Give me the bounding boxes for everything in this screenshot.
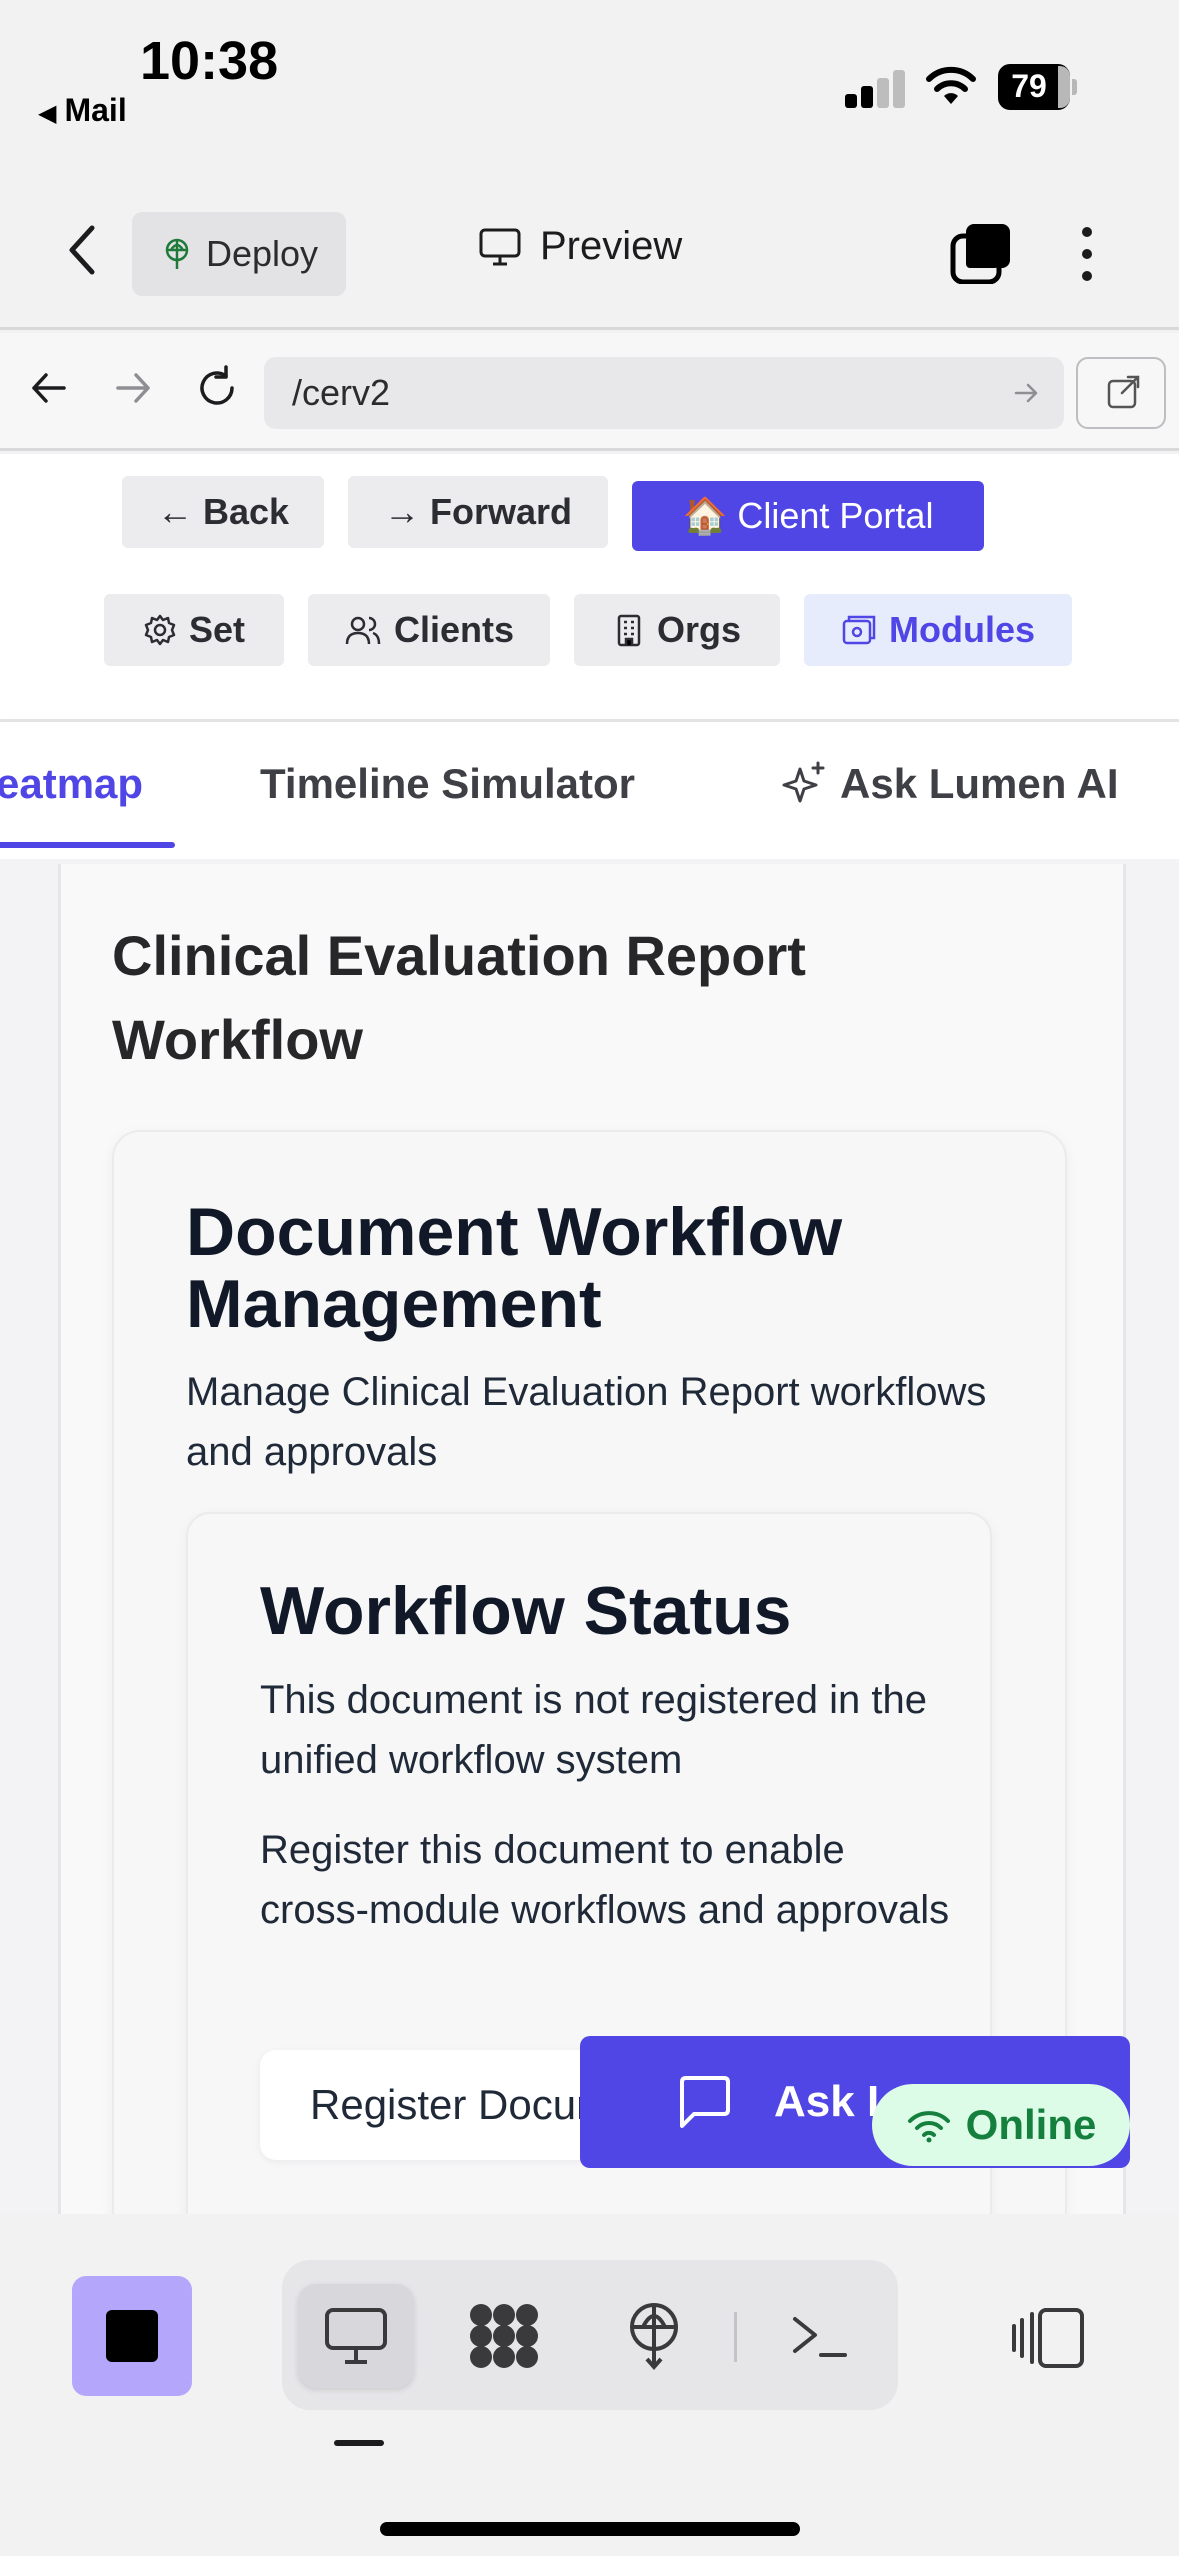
tabs-icon[interactable] bbox=[950, 222, 1012, 284]
browser-bar: /cerv2 bbox=[0, 333, 1179, 451]
tab-set[interactable]: Set bbox=[104, 594, 284, 666]
app-header: Deploy Preview bbox=[0, 150, 1179, 330]
preview-label: Preview bbox=[540, 224, 683, 268]
section-title: Clinical Evaluation Report Workflow bbox=[112, 924, 806, 1071]
active-tab-indicator bbox=[0, 842, 175, 848]
chat-bubble-icon bbox=[680, 2076, 730, 2128]
back-button[interactable]: ← Back bbox=[122, 476, 324, 548]
online-status-badge: Online bbox=[872, 2084, 1130, 2166]
battery-level: 79 bbox=[1011, 68, 1047, 104]
wifi-icon bbox=[907, 2111, 950, 2143]
home-indicator[interactable] bbox=[380, 2522, 800, 2536]
subtab-ask-lumen-label: Ask Lumen AI bbox=[840, 760, 1119, 807]
back-triangle-icon: ◀ bbox=[38, 100, 57, 127]
modules-icon bbox=[842, 615, 876, 645]
subtab-heatmap[interactable]: eatmap bbox=[0, 760, 143, 808]
preview-toggle[interactable]: Preview bbox=[478, 224, 682, 269]
building-icon bbox=[617, 614, 641, 647]
workflow-status-hint: Register this document to enable cross-m… bbox=[260, 1828, 950, 1932]
monitor-icon bbox=[479, 228, 521, 265]
deploy-icon bbox=[165, 238, 189, 269]
tab-set-label: Set bbox=[188, 609, 246, 650]
module-subtabs: eatmap Timeline Simulator Ask Lumen AI bbox=[0, 719, 1179, 859]
browser-forward-icon[interactable] bbox=[108, 363, 158, 413]
tab-clients[interactable]: Clients bbox=[308, 594, 550, 666]
active-view-indicator bbox=[334, 2440, 384, 2446]
reload-icon[interactable] bbox=[192, 363, 242, 413]
subtab-ask-lumen-ai[interactable]: Ask Lumen AI bbox=[782, 760, 1119, 808]
split-view-icon[interactable] bbox=[1010, 2306, 1086, 2370]
deploy-view-button[interactable] bbox=[596, 2284, 712, 2388]
forward-button[interactable]: → Forward bbox=[348, 476, 608, 548]
external-link-icon bbox=[1107, 375, 1140, 409]
subtab-timeline-simulator[interactable]: Timeline Simulator bbox=[260, 760, 635, 808]
terminal-icon bbox=[793, 2317, 847, 2357]
chevron-left-icon[interactable] bbox=[60, 220, 104, 280]
client-portal-button[interactable]: 🏠 Client Portal bbox=[632, 481, 984, 551]
card-title: Document Workflow Management bbox=[186, 1194, 843, 1342]
sparkles-icon bbox=[782, 761, 825, 803]
browser-back-icon[interactable] bbox=[24, 363, 74, 413]
battery-icon: 79 bbox=[998, 64, 1078, 110]
go-arrow-icon[interactable] bbox=[1012, 379, 1040, 407]
stop-button[interactable] bbox=[72, 2276, 192, 2396]
url-text: /cerv2 bbox=[292, 372, 391, 413]
workflow-status-message: This document is not registered in the u… bbox=[260, 1678, 928, 1782]
wifi-icon bbox=[926, 66, 976, 104]
web-page: ← Back → Forward 🏠 Client Portal Set Cli… bbox=[0, 454, 1179, 2214]
segment-divider bbox=[734, 2312, 737, 2362]
workflow-status-title: Workflow Status bbox=[260, 1573, 792, 1649]
status-bar: 10:38 ◀ Mail 79 bbox=[0, 0, 1179, 150]
tab-orgs-label: Orgs bbox=[656, 609, 742, 650]
users-icon bbox=[345, 616, 381, 645]
back-to-mail[interactable]: ◀ Mail bbox=[38, 92, 127, 129]
back-app-label: Mail bbox=[64, 92, 127, 128]
cellular-signal-icon bbox=[845, 68, 907, 108]
stop-icon bbox=[106, 2310, 158, 2362]
deploy-button[interactable]: Deploy bbox=[132, 212, 346, 296]
more-options-icon[interactable] bbox=[1075, 224, 1099, 284]
workspace-view-button[interactable] bbox=[446, 2284, 562, 2388]
view-switcher bbox=[282, 2260, 898, 2410]
card-subtitle: Manage Clinical Evaluation Report workfl… bbox=[186, 1370, 987, 1474]
deploy-label: Deploy bbox=[205, 233, 319, 274]
tab-modules-label: Modules bbox=[888, 609, 1035, 650]
url-input[interactable]: /cerv2 bbox=[264, 357, 1064, 429]
tab-orgs[interactable]: Orgs bbox=[574, 594, 780, 666]
monitor-icon bbox=[325, 2308, 387, 2364]
bottom-toolbar bbox=[0, 2214, 1179, 2556]
clock: 10:38 bbox=[140, 31, 279, 91]
tab-modules[interactable]: Modules bbox=[804, 594, 1072, 666]
online-label: Online bbox=[965, 2101, 1097, 2148]
console-view-button[interactable] bbox=[762, 2284, 878, 2388]
grid-blob-icon bbox=[470, 2304, 538, 2368]
gear-icon bbox=[144, 614, 176, 646]
tab-clients-label: Clients bbox=[393, 609, 515, 650]
globe-deploy-icon bbox=[630, 2303, 678, 2371]
preview-view-button[interactable] bbox=[298, 2284, 414, 2388]
open-external-button[interactable] bbox=[1076, 357, 1166, 429]
